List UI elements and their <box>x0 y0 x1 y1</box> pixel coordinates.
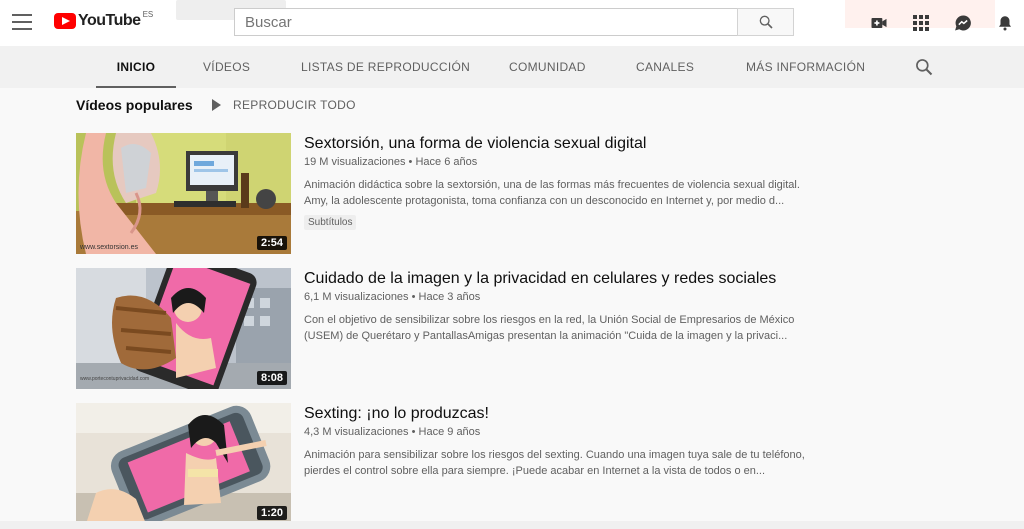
menu-icon[interactable] <box>12 14 32 30</box>
logo-text: YouTube <box>78 12 141 29</box>
view-count: 4,3 M visualizaciones <box>304 426 409 438</box>
play-icon <box>212 99 221 111</box>
channel-tabs: INICIO VÍDEOS LISTAS DE REPRODUCCIÓN COM… <box>0 46 1024 88</box>
description-line: Animación para sensibilizar sobre los ri… <box>304 449 805 461</box>
description-line: pierdes el control sobre ella para siemp… <box>304 465 766 477</box>
video-description: Animación didáctica sobre la sextorsión,… <box>304 177 828 209</box>
video-duration: 8:08 <box>256 371 287 385</box>
tab-inicio[interactable]: INICIO <box>96 46 176 88</box>
video-description: Animación para sensibilizar sobre los ri… <box>304 447 828 479</box>
tab-listas[interactable]: LISTAS DE REPRODUCCIÓN <box>301 46 470 88</box>
video-title[interactable]: Cuidado de la imagen y la privacidad en … <box>304 270 776 288</box>
youtube-logo[interactable]: YouTube ES <box>54 9 154 30</box>
description-line: Amy, la adolescente protagonista, toma c… <box>304 195 785 207</box>
section-title: Vídeos populares <box>76 97 193 113</box>
search-icon <box>759 15 773 29</box>
video-duration: 1:20 <box>256 506 287 520</box>
view-count: 19 M visualizaciones <box>304 156 406 168</box>
video-description: Con el objetivo de sensibilizar sobre lo… <box>304 312 828 344</box>
upload-age: Hace 9 años <box>418 426 481 438</box>
tab-videos[interactable]: VÍDEOS <box>203 46 250 88</box>
upload-age: Hace 3 años <box>418 291 481 303</box>
page-bottom-edge <box>0 521 1024 529</box>
video-meta: 19 M visualizaciones • Hace 6 años <box>304 156 478 168</box>
play-all-button[interactable]: REPRODUCIR TODO <box>212 95 356 115</box>
channel-search-icon[interactable] <box>914 57 934 77</box>
tab-canales[interactable]: CANALES <box>636 46 694 88</box>
description-line: (USEM) de Querétaro y PantallasAmigas pr… <box>304 330 788 342</box>
description-line: Animación didáctica sobre la sextorsión,… <box>304 179 800 191</box>
video-thumbnail[interactable]: 1:20 <box>76 403 291 524</box>
video-title[interactable]: Sexting: ¡no lo produzcas! <box>304 405 489 423</box>
video-meta: 6,1 M visualizaciones • Hace 3 años <box>304 291 481 303</box>
subtitles-badge: Subtítulos <box>304 215 357 230</box>
video-meta: 4,3 M visualizaciones • Hace 9 años <box>304 426 481 438</box>
video-item: www.portecontuprivacidad.com 8:08 Cuidad… <box>76 268 836 390</box>
masthead: YouTube ES <box>0 0 1024 46</box>
create-video-icon[interactable] <box>868 12 890 34</box>
logo-country-code: ES <box>142 9 154 19</box>
notifications-bell-icon[interactable] <box>994 12 1016 34</box>
description-line: Con el objetivo de sensibilizar sobre lo… <box>304 314 795 326</box>
thumbnail-watermark: www.portecontuprivacidad.com <box>80 376 149 382</box>
video-thumbnail[interactable]: www.sextorsion.es 2:54 <box>76 133 291 254</box>
video-item: www.sextorsion.es 2:54 Sextorsión, una f… <box>76 133 836 255</box>
search-button[interactable] <box>737 8 794 36</box>
messages-icon[interactable] <box>952 12 974 34</box>
video-title[interactable]: Sextorsión, una forma de violencia sexua… <box>304 135 646 153</box>
video-thumbnail[interactable]: www.portecontuprivacidad.com 8:08 <box>76 268 291 389</box>
apps-grid-icon[interactable] <box>910 12 932 34</box>
youtube-play-icon <box>54 13 76 29</box>
play-all-label: REPRODUCIR TODO <box>233 98 356 112</box>
upload-age: Hace 6 años <box>415 156 478 168</box>
thumbnail-watermark: www.sextorsion.es <box>79 244 138 251</box>
search-input[interactable] <box>234 8 738 36</box>
video-item: 1:20 Sexting: ¡no lo produzcas! 4,3 M vi… <box>76 403 836 525</box>
view-count: 6,1 M visualizaciones <box>304 291 409 303</box>
tab-mas-informacion[interactable]: MÁS INFORMACIÓN <box>746 46 865 88</box>
tab-comunidad[interactable]: COMUNIDAD <box>509 46 586 88</box>
video-duration: 2:54 <box>256 236 287 250</box>
